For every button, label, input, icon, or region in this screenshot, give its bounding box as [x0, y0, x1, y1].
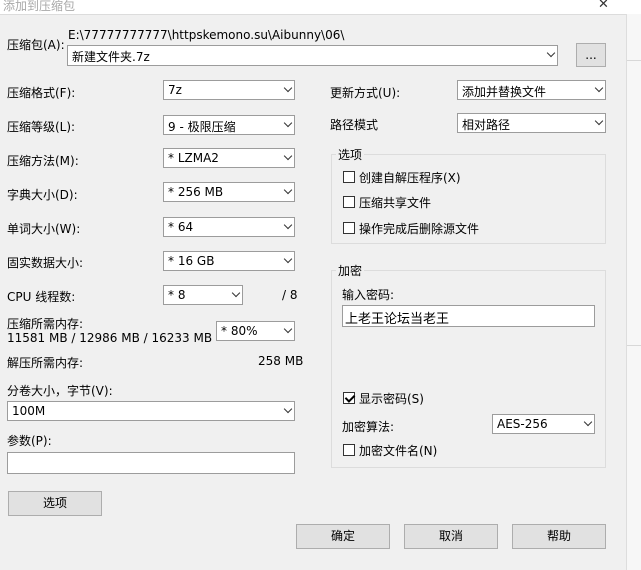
encryption-group-title: 加密	[336, 262, 365, 279]
mem-comp-detail: 11581 MB / 12986 MB / 16233 MB	[7, 331, 213, 345]
chevron-down-icon	[283, 83, 293, 93]
threads-max: / 8	[282, 288, 298, 302]
dict-select[interactable]: * 256 MB	[163, 182, 295, 202]
chevron-down-icon	[283, 118, 293, 128]
archive-path: E:\77777777777\httpskemono.su\Aibunny\06…	[68, 28, 345, 42]
mem-decomp-label: 解压所需内存:	[7, 356, 84, 370]
shared-files-checkbox[interactable]	[343, 196, 355, 208]
solid-select[interactable]: * 16 GB	[163, 251, 295, 271]
encrypt-names-checkbox[interactable]	[343, 444, 355, 456]
mem-comp-label: 压缩所需内存:	[7, 317, 84, 331]
chevron-down-icon	[583, 417, 593, 427]
delete-after-checkbox[interactable]	[343, 222, 355, 234]
show-password-checkbox[interactable]	[343, 392, 355, 404]
solid-label: 固实数据大小:	[7, 256, 84, 270]
password-input[interactable]: 上老王论坛当老王	[342, 305, 595, 327]
archive-name-combo[interactable]: 新建文件夹.7z	[67, 45, 558, 66]
pathmode-label: 路径模式	[330, 118, 379, 132]
method-value: * LZMA2	[168, 151, 219, 165]
archive-name: 新建文件夹.7z	[72, 50, 150, 64]
chevron-down-icon	[594, 116, 604, 126]
chevron-down-icon	[231, 288, 241, 298]
chevron-down-icon	[283, 185, 293, 195]
chevron-down-icon	[283, 324, 293, 334]
level-select[interactable]: 9 - 极限压缩	[163, 115, 295, 135]
cancel-button[interactable]: 取消	[404, 524, 498, 549]
archive-label: 压缩包(A):	[7, 38, 65, 52]
method-label: 压缩方法(M):	[7, 154, 79, 168]
chevron-down-icon	[546, 48, 556, 58]
title-bar	[0, 0, 641, 15]
background-divider	[627, 60, 641, 61]
chevron-down-icon	[283, 404, 293, 414]
ok-button[interactable]: 确定	[296, 524, 390, 549]
background-divider	[627, 345, 641, 346]
pathmode-select[interactable]: 相对路径	[457, 113, 606, 133]
chevron-down-icon	[283, 151, 293, 161]
format-select[interactable]: 7z	[163, 80, 295, 100]
mem-comp-select[interactable]: * 80%	[216, 321, 295, 341]
chevron-down-icon	[283, 254, 293, 264]
method-select[interactable]: * LZMA2	[163, 148, 295, 168]
update-select[interactable]: 添加并替换文件	[457, 80, 606, 100]
sfx-label: 创建自解压程序(X)	[359, 171, 461, 185]
update-value: 添加并替换文件	[462, 85, 547, 99]
encrypt-names-label: 加密文件名(N)	[359, 444, 438, 458]
solid-value: * 16 GB	[168, 254, 215, 268]
volume-label: 分卷大小，字节(V):	[7, 384, 113, 398]
update-label: 更新方式(U):	[330, 86, 401, 100]
threads-value: * 8	[168, 288, 186, 302]
word-select[interactable]: * 64	[163, 217, 295, 237]
format-value: 7z	[168, 83, 182, 97]
mem-decomp-value: 258 MB	[258, 354, 304, 368]
encryption-method-select[interactable]: AES-256	[492, 414, 595, 434]
window-title: 添加到压缩包	[3, 0, 76, 13]
level-value: 9 - 极限压缩	[168, 120, 236, 134]
volume-value: 100M	[12, 404, 46, 418]
help-button[interactable]: 帮助	[512, 524, 606, 549]
options-group-title: 选项	[336, 146, 365, 163]
threads-select[interactable]: * 8	[163, 285, 243, 305]
options-button[interactable]: 选项	[8, 491, 102, 516]
encryption-method-value: AES-256	[497, 417, 548, 431]
delete-after-label: 操作完成后删除源文件	[359, 222, 480, 236]
params-input[interactable]	[7, 452, 295, 474]
shared-files-label: 压缩共享文件	[359, 196, 432, 210]
sfx-checkbox[interactable]	[343, 171, 355, 183]
background-window-edge	[626, 14, 641, 570]
mem-comp-value: * 80%	[221, 324, 258, 338]
level-label: 压缩等级(L):	[7, 120, 76, 134]
chevron-down-icon	[283, 220, 293, 230]
pathmode-value: 相对路径	[462, 118, 511, 132]
params-label: 参数(P):	[7, 434, 52, 448]
password-label: 输入密码:	[342, 288, 395, 302]
threads-label: CPU 线程数:	[7, 290, 76, 304]
password-value: 上老王论坛当老王	[345, 312, 450, 327]
volume-select[interactable]: 100M	[7, 401, 295, 421]
word-label: 单词大小(W):	[7, 222, 81, 236]
close-icon[interactable]: ✕	[598, 0, 609, 12]
encryption-method-label: 加密算法:	[342, 420, 395, 434]
show-password-label: 显示密码(S)	[359, 392, 424, 406]
word-value: * 64	[168, 220, 194, 234]
dict-label: 字典大小(D):	[7, 188, 78, 202]
format-label: 压缩格式(F):	[7, 86, 76, 100]
dict-value: * 256 MB	[168, 185, 224, 199]
chevron-down-icon	[594, 83, 604, 93]
browse-button[interactable]: ...	[576, 43, 606, 67]
